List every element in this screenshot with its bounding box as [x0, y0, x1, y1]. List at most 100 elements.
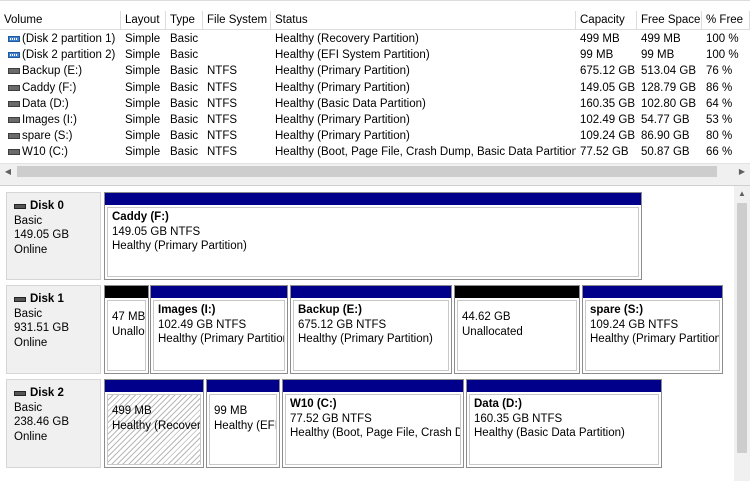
partition-status: Healthy (Primary Partition) — [590, 333, 720, 345]
partition-size: 102.49 GB NTFS — [158, 318, 247, 331]
cell-percent-free: 64 % — [702, 96, 750, 112]
capacity-text: 149.05 GB — [580, 81, 635, 94]
partition-name: Images (I:) — [158, 304, 216, 316]
cell-status: Healthy (Recovery Partition) — [271, 31, 576, 47]
partition-status: Unallocated — [462, 325, 523, 338]
partition-block[interactable]: W10 (C:) 77.52 GB NTFS Healthy (Boot, Page… — [282, 379, 464, 468]
cell-free-space: 513.04 GB — [637, 63, 702, 79]
layout-text: Simple — [125, 65, 161, 78]
partition-details: 44.62 GB Unallocated — [457, 300, 577, 371]
volume-icon — [8, 116, 20, 123]
layout-text: Simple — [125, 33, 161, 45]
volume-row[interactable]: Data (D:) Simple Basic NTFS Healthy (Basic D… — [0, 96, 750, 112]
column-header-percent-free[interactable]: % Free — [702, 11, 750, 30]
cell-capacity: 499 MB — [576, 31, 637, 47]
status-text: Healthy (Primary Partition) — [275, 65, 410, 78]
partition-size: 99 MB — [214, 405, 248, 417]
column-header-capacity[interactable]: Capacity — [576, 11, 637, 30]
column-header-free-space[interactable]: Free Space — [637, 11, 702, 30]
column-header-status[interactable]: Status — [271, 11, 576, 30]
cell-type: Basic — [166, 128, 203, 144]
disk-type: Basic — [14, 401, 43, 414]
partition-block[interactable]: 99 MB Healthy (EFI System Partition) — [206, 379, 280, 468]
partition-size: 149.05 GB NTFS — [112, 225, 201, 238]
scrollbar-thumb[interactable] — [737, 203, 747, 453]
type-text: Basic — [170, 65, 199, 78]
disk-info-2[interactable]: Disk 2 Basic 238.46 GB Online — [6, 379, 101, 468]
partition-details: 47 MB Unallocated — [107, 300, 146, 371]
status-text: Healthy (Primary Partition) — [275, 113, 410, 126]
cell-layout: Simple — [121, 31, 166, 47]
volume-row[interactable]: Caddy (F:) Simple Basic NTFS Healthy (Primar… — [0, 80, 750, 96]
scroll-up-icon[interactable]: ▲ — [734, 186, 750, 202]
volume-row[interactable]: Images (I:) Simple Basic NTFS Healthy (Prima… — [0, 112, 750, 128]
volume-row[interactable]: (Disk 2 partition 1) Simple Basic Healthy (… — [0, 31, 750, 47]
partition-block[interactable]: Data (D:) 160.35 GB NTFS Healthy (Basic Da… — [466, 379, 662, 468]
percent-free-text: 80 % — [706, 130, 733, 143]
capacity-text: 77.52 GB — [580, 146, 629, 159]
partition-bar — [105, 380, 203, 392]
disk-info-1[interactable]: Disk 1 Basic 931.51 GB Online — [6, 285, 101, 374]
disk-state: Online — [14, 336, 48, 349]
vertical-scrollbar[interactable]: ▲ — [734, 186, 750, 481]
partition-bar — [467, 380, 661, 392]
column-header-type[interactable]: Type — [166, 11, 203, 30]
partition-block[interactable]: Backup (E:) 675.12 GB NTFS Healthy (Primar… — [290, 285, 452, 374]
volume-row[interactable]: spare (S:) Simple Basic NTFS Healthy (Primar… — [0, 128, 750, 144]
layout-text: Simple — [125, 49, 161, 62]
layout-text: Simple — [125, 130, 161, 143]
percent-free-text: 76 % — [706, 65, 733, 78]
hidden-volume-icon — [8, 36, 20, 42]
partition-details: 499 MB Healthy (Recovery Partition) — [107, 394, 201, 465]
disk-info-0[interactable]: Disk 0 Basic 149.05 GB Online — [6, 192, 101, 280]
disk-size: 931.51 GB — [14, 322, 69, 334]
unallocated-bar — [105, 286, 148, 298]
scrollbar-thumb[interactable] — [17, 166, 717, 177]
layout-text: Simple — [125, 81, 161, 94]
cell-file-system: NTFS — [203, 80, 271, 96]
partition-name: W10 (C:) — [290, 398, 337, 410]
partition-bar — [291, 286, 451, 298]
partition-status: Healthy (Basic Data Partition) — [474, 427, 625, 439]
cell-free-space: 128.79 GB — [637, 80, 702, 96]
cell-status: Healthy (Boot, Page File, Crash Dump, Ba… — [271, 144, 576, 160]
cell-capacity: 675.12 GB — [576, 63, 637, 79]
column-header-volume[interactable]: Volume — [0, 11, 121, 30]
partition-block[interactable]: Caddy (F:) 149.05 GB NTFS Healthy (Primary… — [104, 192, 642, 280]
partition-details: W10 (C:) 77.52 GB NTFS Healthy (Boot, Page… — [285, 394, 461, 465]
free-space-text: 54.77 GB — [641, 113, 690, 126]
cell-capacity: 102.49 GB — [576, 112, 637, 128]
horizontal-scrollbar[interactable]: ◀ ▶ — [0, 163, 750, 179]
partition-block[interactable]: 44.62 GB Unallocated — [454, 285, 580, 374]
percent-free-text: 100 % — [706, 49, 739, 62]
column-header-layout[interactable]: Layout — [121, 11, 166, 30]
disk-name: Disk 2 — [14, 386, 100, 401]
volume-row[interactable]: (Disk 2 partition 2) Simple Basic Healthy (… — [0, 47, 750, 63]
volume-name-text: Caddy (F:) — [22, 81, 77, 94]
capacity-text: 675.12 GB — [580, 65, 635, 78]
cell-layout: Simple — [121, 96, 166, 112]
type-text: Basic — [170, 49, 199, 62]
cell-status: Healthy (Primary Partition) — [271, 80, 576, 96]
volume-icon — [8, 133, 20, 140]
partition-block[interactable]: Images (I:) 102.49 GB NTFS Healthy (Primar… — [150, 285, 288, 374]
disk-drive-icon — [14, 296, 26, 302]
pane-splitter[interactable] — [0, 178, 750, 186]
percent-free-text: 100 % — [706, 33, 739, 45]
volume-icon — [8, 68, 20, 75]
partition-block[interactable]: 47 MB Unallocated — [104, 285, 149, 374]
partition-block[interactable]: 499 MB Healthy (Recovery Partition) — [104, 379, 204, 468]
status-text: Healthy (EFI System Partition) — [275, 49, 430, 62]
column-header-file-system[interactable]: File System — [203, 11, 271, 30]
volume-name-text: Backup (E:) — [22, 65, 83, 78]
layout-text: Simple — [125, 146, 161, 159]
free-space-text: 102.80 GB — [641, 97, 696, 110]
percent-free-text: 86 % — [706, 81, 733, 94]
partition-size: 47 MB — [112, 311, 146, 323]
volume-row[interactable]: W10 (C:) Simple Basic NTFS Healthy (Boot, Pa… — [0, 144, 750, 160]
partition-block[interactable]: spare (S:) 109.24 GB NTFS Healthy (Primary… — [582, 285, 723, 374]
volume-row[interactable]: Backup (E:) Simple Basic NTFS Healthy (Prima… — [0, 63, 750, 79]
partition-status: Healthy (Primary Partition) — [298, 333, 433, 345]
cell-type: Basic — [166, 144, 203, 160]
cell-status: Healthy (Primary Partition) — [271, 63, 576, 79]
